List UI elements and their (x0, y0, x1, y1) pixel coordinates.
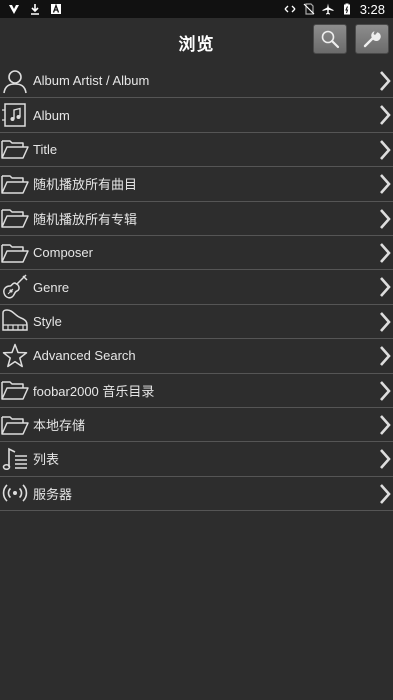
folder-icon (0, 170, 30, 198)
list-item-music-library[interactable]: foobar2000 音乐目录 (0, 374, 393, 408)
list-item-label: Album (33, 107, 70, 123)
list-item-local-storage[interactable]: 本地存储 (0, 408, 393, 443)
album-icon (0, 101, 30, 129)
list-item-composer[interactable]: Composer (0, 236, 393, 271)
folder-icon (0, 204, 30, 232)
airplane-icon (322, 3, 334, 15)
wrench-icon (363, 31, 381, 48)
chevron-right-icon (379, 104, 391, 126)
chevron-right-icon (379, 242, 391, 264)
list-item-title[interactable]: Title (0, 133, 393, 168)
battery-icon (341, 3, 353, 15)
list-item-label: Style (33, 313, 62, 329)
folder-icon (0, 239, 30, 267)
chevron-right-icon (379, 380, 391, 402)
list-item-label: foobar2000 音乐目录 (33, 383, 155, 399)
data-arrows-icon (284, 3, 296, 15)
playlist-icon (0, 445, 30, 473)
browse-list: Album Artist / Album Album Title 随机播放所有曲… (0, 64, 393, 512)
list-item-advanced-search[interactable]: Advanced Search (0, 339, 393, 374)
chevron-right-icon (379, 70, 391, 92)
list-item-servers[interactable]: 服务器 (0, 477, 393, 512)
chevron-right-icon (379, 276, 391, 298)
download-icon (29, 3, 41, 15)
chevron-right-icon (379, 483, 391, 505)
app-notification-icon (8, 3, 20, 15)
folder-icon (0, 411, 30, 439)
no-sim-icon (303, 3, 315, 15)
search-button[interactable] (313, 24, 347, 54)
list-item-label: 服务器 (33, 486, 73, 502)
chevron-right-icon (379, 448, 391, 470)
search-icon (321, 30, 340, 49)
list-item-shuffle-albums[interactable]: 随机播放所有专辑 (0, 202, 393, 236)
list-item-label: 随机播放所有曲目 (33, 177, 138, 193)
header-bar: 浏览 (0, 18, 393, 64)
list-item-label: Advanced Search (33, 348, 136, 364)
star-icon (0, 342, 30, 370)
broadcast-icon (0, 479, 30, 507)
list-item-label: Genre (33, 279, 70, 295)
piano-icon (0, 307, 30, 335)
list-item-label: Album Artist / Album (33, 73, 150, 89)
folder-icon (0, 135, 30, 163)
list-item-genre[interactable]: Genre (0, 270, 393, 305)
list-item-style[interactable]: Style (0, 305, 393, 340)
list-item-label: 随机播放所有专辑 (33, 211, 138, 227)
chevron-right-icon (379, 414, 391, 436)
chevron-right-icon (379, 345, 391, 367)
list-item-label: 本地存储 (33, 418, 86, 434)
list-item-label: Composer (33, 245, 93, 261)
person-icon (0, 67, 30, 95)
list-item-label: Title (33, 141, 58, 157)
status-time: 3:28 (359, 1, 385, 17)
chevron-right-icon (379, 208, 391, 230)
chevron-right-icon (379, 311, 391, 333)
guitar-icon (0, 273, 30, 301)
list-item-album[interactable]: Album (0, 98, 393, 133)
list-item-playlists[interactable]: 列表 (0, 442, 393, 477)
list-item-shuffle-tracks[interactable]: 随机播放所有曲目 (0, 167, 393, 202)
list-item-album-artist[interactable]: Album Artist / Album (0, 64, 393, 99)
chevron-right-icon (379, 139, 391, 161)
chevron-right-icon (379, 173, 391, 195)
list-item-label: 列表 (33, 452, 60, 468)
a-notification-icon (50, 3, 62, 15)
status-bar: 3:28 (0, 0, 393, 18)
settings-button[interactable] (355, 24, 389, 54)
folder-icon (0, 376, 30, 404)
